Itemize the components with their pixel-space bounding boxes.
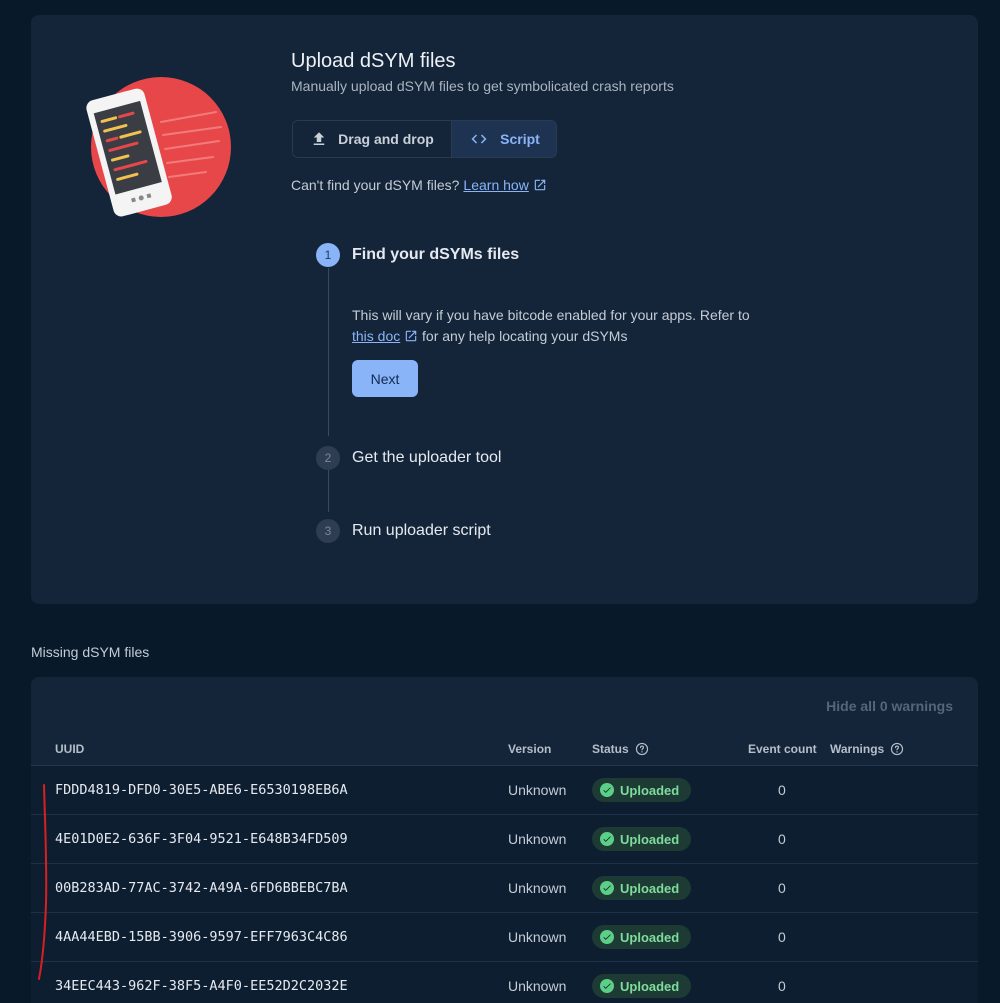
phone-illustration-icon — [86, 77, 231, 217]
event-count-cell: 0 — [778, 831, 786, 847]
event-count-cell: 0 — [778, 782, 786, 798]
column-label: Version — [508, 742, 552, 756]
step-number-badge: 3 — [316, 519, 340, 543]
hide-warnings-button[interactable]: Hide all 0 warnings — [826, 698, 953, 714]
step-3[interactable]: 3 Run uploader script — [316, 519, 491, 543]
table-body: FDDD4819-DFD0-30E5-ABE6-E6530198EB6A Unk… — [31, 766, 978, 1003]
this-doc-link[interactable]: this doc — [352, 328, 400, 344]
step-1: 1 Find your dSYMs files — [316, 243, 519, 267]
column-header-event-count[interactable]: Event count — [748, 742, 817, 756]
section-title: Missing dSYM files — [31, 644, 150, 660]
step-connector — [328, 268, 329, 436]
status-label: Uploaded — [620, 831, 680, 847]
status-cell: Uploaded — [592, 962, 692, 1003]
check-circle-icon — [600, 832, 614, 846]
help-text: Can't find your dSYM files? Learn how — [291, 177, 547, 193]
step-connector — [328, 470, 329, 512]
status-cell: Uploaded — [592, 766, 692, 814]
status-label: Uploaded — [620, 978, 680, 994]
check-circle-icon — [600, 881, 614, 895]
step-label: Get the uploader tool — [352, 449, 502, 466]
table-header: UUID Version Status Event count Warnings — [31, 732, 978, 766]
help-circle-icon[interactable] — [635, 742, 649, 756]
version-cell: Unknown — [508, 929, 567, 945]
uuid-cell: 4E01D0E2-636F-3F04-9521-E648B34FD509 — [55, 831, 348, 847]
step-1-text-after: for any help locating your dSYMs — [422, 328, 628, 344]
version-cell: Unknown — [508, 831, 567, 847]
column-header-warnings[interactable]: Warnings — [830, 742, 904, 756]
open-in-new-icon — [405, 330, 417, 342]
step-1-text: This will vary if you have bitcode enabl… — [352, 307, 750, 323]
check-circle-icon — [600, 783, 614, 797]
upload-method-toggle: Drag and drop Script — [292, 120, 557, 158]
step-1-description: This will vary if you have bitcode enabl… — [352, 305, 792, 347]
step-label: Find your dSYMs files — [352, 246, 520, 263]
event-count-cell: 0 — [778, 929, 786, 945]
check-circle-icon — [600, 930, 614, 944]
column-label: Event count — [748, 742, 817, 756]
script-label: Script — [500, 131, 540, 147]
uuid-cell: FDDD4819-DFD0-30E5-ABE6-E6530198EB6A — [55, 782, 348, 798]
table-row[interactable]: FDDD4819-DFD0-30E5-ABE6-E6530198EB6A Unk… — [31, 766, 978, 815]
column-label: Warnings — [830, 742, 885, 756]
step-number-badge: 2 — [316, 446, 340, 470]
version-cell: Unknown — [508, 978, 567, 994]
next-button[interactable]: Next — [352, 360, 418, 397]
column-header-uuid[interactable]: UUID — [55, 742, 84, 756]
column-header-status[interactable]: Status — [592, 742, 649, 756]
status-label: Uploaded — [620, 880, 680, 896]
status-badge: Uploaded — [592, 827, 692, 851]
status-cell: Uploaded — [592, 864, 692, 912]
step-label: Run uploader script — [352, 522, 491, 539]
upload-card: Upload dSYM files Manually upload dSYM f… — [31, 15, 978, 604]
open-in-new-icon — [534, 179, 546, 191]
table-row[interactable]: 4AA44EBD-15BB-3906-9597-EFF7963C4C86 Unk… — [31, 913, 978, 962]
help-circle-icon[interactable] — [890, 742, 904, 756]
uuid-cell: 4AA44EBD-15BB-3906-9597-EFF7963C4C86 — [55, 929, 348, 945]
column-header-version[interactable]: Version — [508, 742, 551, 756]
table-row[interactable]: 00B283AD-77AC-3742-A49A-6FD6BBEBC7BA Unk… — [31, 864, 978, 913]
table-row[interactable]: 34EEC443-962F-38F5-A4F0-EE52D2C2032E Unk… — [31, 962, 978, 1003]
uuid-cell: 34EEC443-962F-38F5-A4F0-EE52D2C2032E — [55, 978, 348, 994]
column-label: Status — [592, 742, 629, 756]
table-row[interactable]: 4E01D0E2-636F-3F04-9521-E648B34FD509 Unk… — [31, 815, 978, 864]
event-count-cell: 0 — [778, 880, 786, 896]
uuid-cell: 00B283AD-77AC-3742-A49A-6FD6BBEBC7BA — [55, 880, 348, 896]
step-number-badge: 1 — [316, 243, 340, 267]
step-2[interactable]: 2 Get the uploader tool — [316, 446, 501, 470]
version-cell: Unknown — [508, 782, 567, 798]
upload-icon — [313, 132, 325, 145]
status-cell: Uploaded — [592, 913, 692, 961]
help-prefix: Can't find your dSYM files? — [291, 177, 460, 193]
version-cell: Unknown — [508, 880, 567, 896]
status-label: Uploaded — [620, 929, 680, 945]
status-badge: Uploaded — [592, 974, 692, 998]
page: Upload dSYM files Manually upload dSYM f… — [0, 0, 1000, 1003]
check-circle-icon — [600, 979, 614, 993]
status-badge: Uploaded — [592, 925, 692, 949]
page-subtitle: Manually upload dSYM files to get symbol… — [291, 78, 674, 94]
code-icon — [471, 134, 487, 144]
script-button[interactable]: Script — [451, 121, 556, 157]
event-count-cell: 0 — [778, 978, 786, 994]
learn-how-link[interactable]: Learn how — [463, 177, 528, 193]
status-badge: Uploaded — [592, 778, 692, 802]
page-title: Upload dSYM files — [291, 50, 456, 72]
drag-and-drop-button[interactable]: Drag and drop — [293, 121, 451, 157]
column-label: UUID — [55, 742, 85, 756]
status-cell: Uploaded — [592, 815, 692, 863]
missing-dsyms-table: Hide all 0 warnings UUID Version Status … — [31, 677, 978, 1003]
drag-and-drop-label: Drag and drop — [338, 131, 434, 147]
status-badge: Uploaded — [592, 876, 692, 900]
status-label: Uploaded — [620, 782, 680, 798]
